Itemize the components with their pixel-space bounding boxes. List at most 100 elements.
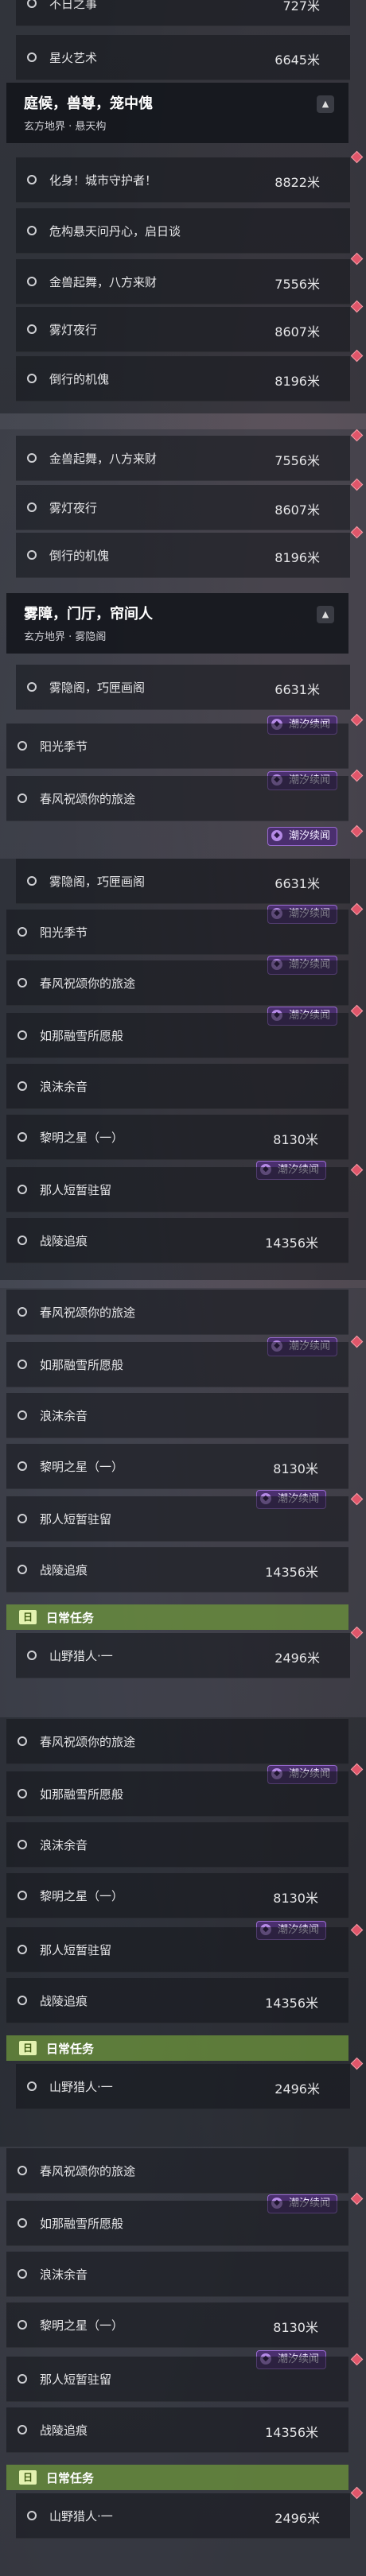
circle-icon bbox=[18, 1132, 27, 1142]
daily-tasks-header[interactable]: 日 日常任务 bbox=[6, 2465, 348, 2490]
quest-row[interactable]: 倒行的机傀 8196米 bbox=[16, 356, 350, 402]
diamond-marker-icon bbox=[350, 1163, 364, 1177]
quest-row[interactable]: 那人短暂驻留 bbox=[6, 1167, 348, 1212]
circle-icon bbox=[27, 324, 37, 334]
quest-row[interactable]: 春风祝颂你的旅途 bbox=[6, 1290, 348, 1335]
quest-title: 雾灯夜行 bbox=[49, 323, 98, 337]
quest-title: 那人短暂驻留 bbox=[40, 1512, 112, 1527]
circle-icon bbox=[18, 1360, 27, 1369]
region-header[interactable]: 雾障，门厅，帘间人 玄方地界 · 雾隐阁 ▲ bbox=[6, 593, 348, 654]
circle-icon bbox=[27, 876, 37, 886]
daily-icon: 日 bbox=[19, 2470, 37, 2485]
quest-row[interactable]: 如那融雪所愿般 bbox=[6, 1013, 348, 1058]
quest-row[interactable]: 如那融雪所愿般 bbox=[6, 1771, 348, 1817]
quest-row[interactable]: 化身！城市守护者！ 8822米 bbox=[16, 157, 350, 203]
circle-icon bbox=[27, 2511, 37, 2520]
quest-row[interactable]: 春风祝颂你的旅途 bbox=[6, 1719, 348, 1764]
region-header[interactable]: 庭候，兽尊，笼中傀 玄方地界 · 悬天构 ▲ bbox=[6, 83, 348, 143]
quest-row[interactable]: 星火艺术 6645米 bbox=[16, 35, 350, 80]
quest-distance: 8130米 bbox=[273, 1461, 318, 1476]
chevron-up-icon[interactable]: ▲ bbox=[317, 606, 334, 623]
quest-title: 雾隐阁，巧匣画阁 bbox=[49, 681, 146, 695]
quest-title: 雾灯夜行 bbox=[49, 501, 98, 515]
circle-icon bbox=[18, 2269, 27, 2279]
quest-title: 如那融雪所愿般 bbox=[40, 1358, 124, 1372]
quest-distance: 8130米 bbox=[273, 2320, 318, 2335]
quest-title: 浪沫余音 bbox=[40, 1409, 88, 1423]
quest-row[interactable]: 春风祝颂你的旅途 bbox=[6, 960, 348, 1006]
quest-row[interactable]: 春风祝颂你的旅途 bbox=[6, 2148, 348, 2194]
circle-icon bbox=[18, 741, 27, 751]
daily-tasks-header[interactable]: 日 日常任务 bbox=[6, 2035, 348, 2061]
quest-row[interactable]: 浪沫余音 bbox=[6, 1822, 348, 1868]
quest-row[interactable]: 山野猎人·一 2496米 bbox=[16, 2064, 350, 2109]
quest-title: 山野猎人·一 bbox=[49, 2509, 113, 2524]
quest-row[interactable]: 黎明之星（一） 8130米 bbox=[6, 1115, 348, 1160]
quest-distance: 2496米 bbox=[274, 2081, 320, 2097]
quest-distance: 2496米 bbox=[274, 2511, 320, 2526]
quest-row[interactable]: 春风祝颂你的旅途 bbox=[6, 776, 348, 821]
quest-row[interactable]: 浪沫余音 bbox=[6, 1393, 348, 1438]
quest-row[interactable]: 金兽起舞，八方来财 7556米 bbox=[16, 259, 350, 305]
quest-title: 浪沫余音 bbox=[40, 1838, 88, 1852]
quest-title: 那人短暂驻留 bbox=[40, 1183, 112, 1197]
circle-icon bbox=[18, 978, 27, 987]
quest-row[interactable]: 黎明之星（一） 8130米 bbox=[6, 1873, 348, 1918]
quest-row[interactable]: 战陵追痕 14356米 bbox=[6, 1978, 348, 2023]
quest-row[interactable]: 阳光季节 bbox=[6, 724, 348, 769]
circle-icon bbox=[18, 1185, 27, 1194]
chevron-up-icon[interactable]: ▲ bbox=[317, 95, 334, 113]
quest-row[interactable]: 浪沫余音 bbox=[6, 2252, 348, 2297]
circle-icon bbox=[18, 1514, 27, 1523]
quest-row[interactable]: 战陵追痕 14356米 bbox=[6, 1547, 348, 1593]
diamond-marker-icon bbox=[350, 1004, 364, 1018]
daily-icon: 日 bbox=[19, 2041, 37, 2055]
region-title: 庭候，兽尊，笼中傀 bbox=[24, 95, 153, 112]
diamond-marker-icon bbox=[350, 1923, 364, 1937]
circle-icon bbox=[18, 927, 27, 937]
quest-row[interactable]: 战陵追痕 14356米 bbox=[6, 2407, 348, 2453]
quest-row[interactable]: 雾灯夜行 8607米 bbox=[16, 485, 350, 530]
quest-row[interactable]: 黎明之星（一） 8130米 bbox=[6, 2302, 348, 2348]
quest-row[interactable]: 倒行的机傀 8196米 bbox=[16, 533, 350, 578]
quest-row[interactable]: 战陵追痕 14356米 bbox=[6, 1218, 348, 1263]
circle-icon bbox=[27, 277, 37, 286]
diamond-marker-icon bbox=[350, 1763, 364, 1776]
circle-icon bbox=[18, 2374, 27, 2384]
quest-row[interactable]: 那人短暂驻留 bbox=[6, 1496, 348, 1542]
circle-icon bbox=[27, 175, 37, 184]
quest-title: 星火艺术 bbox=[49, 51, 98, 65]
quest-row[interactable]: 浪沫余音 bbox=[6, 1064, 348, 1109]
quest-row[interactable]: 如那融雪所愿般 bbox=[6, 2201, 348, 2246]
quest-row[interactable]: 不日之事 727米 bbox=[16, 0, 350, 26]
quest-row[interactable]: 金兽起舞，八方来财 7556米 bbox=[16, 436, 350, 481]
diamond-marker-icon bbox=[350, 429, 364, 442]
quest-row[interactable]: 那人短暂驻留 bbox=[6, 2357, 348, 2402]
circle-icon bbox=[18, 1410, 27, 1420]
diamond-marker-icon bbox=[350, 478, 364, 491]
quest-row[interactable]: 阳光季节 bbox=[6, 910, 348, 955]
quest-title: 春风祝颂你的旅途 bbox=[40, 792, 136, 806]
daily-tasks-header[interactable]: 日 日常任务 bbox=[6, 1604, 348, 1630]
quest-title: 阳光季节 bbox=[40, 739, 88, 754]
quest-row[interactable]: 山野猎人·一 2496米 bbox=[16, 2493, 350, 2539]
quest-distance: 8607米 bbox=[274, 324, 320, 339]
quest-row[interactable]: 山野猎人·一 2496米 bbox=[16, 1633, 350, 1678]
diamond-marker-icon bbox=[350, 769, 364, 782]
quest-row[interactable]: 那人短暂驻留 bbox=[6, 1927, 348, 1973]
diamond-marker-icon bbox=[350, 2353, 364, 2366]
circle-icon bbox=[18, 1996, 27, 2005]
quest-row[interactable]: 雾灯夜行 8607米 bbox=[16, 307, 350, 352]
circle-icon bbox=[27, 52, 37, 62]
diamond-marker-icon bbox=[350, 252, 364, 266]
quest-title: 倒行的机傀 bbox=[49, 549, 110, 563]
quest-row[interactable]: 雾隐阁，巧匣画阁 6631米 bbox=[16, 859, 350, 904]
quest-row[interactable]: 黎明之星（一） 8130米 bbox=[6, 1444, 348, 1489]
diamond-marker-icon bbox=[350, 1626, 364, 1639]
quest-row[interactable]: 危构悬天问丹心，启日谈 bbox=[16, 208, 350, 254]
quest-row[interactable]: 雾隐阁，巧匣画阁 6631米 bbox=[16, 665, 350, 710]
diamond-marker-icon bbox=[350, 824, 364, 838]
quest-row[interactable]: 如那融雪所愿般 bbox=[6, 1342, 348, 1387]
quest-title: 春风祝颂你的旅途 bbox=[40, 1305, 136, 1320]
quest-title: 那人短暂驻留 bbox=[40, 1943, 112, 1957]
